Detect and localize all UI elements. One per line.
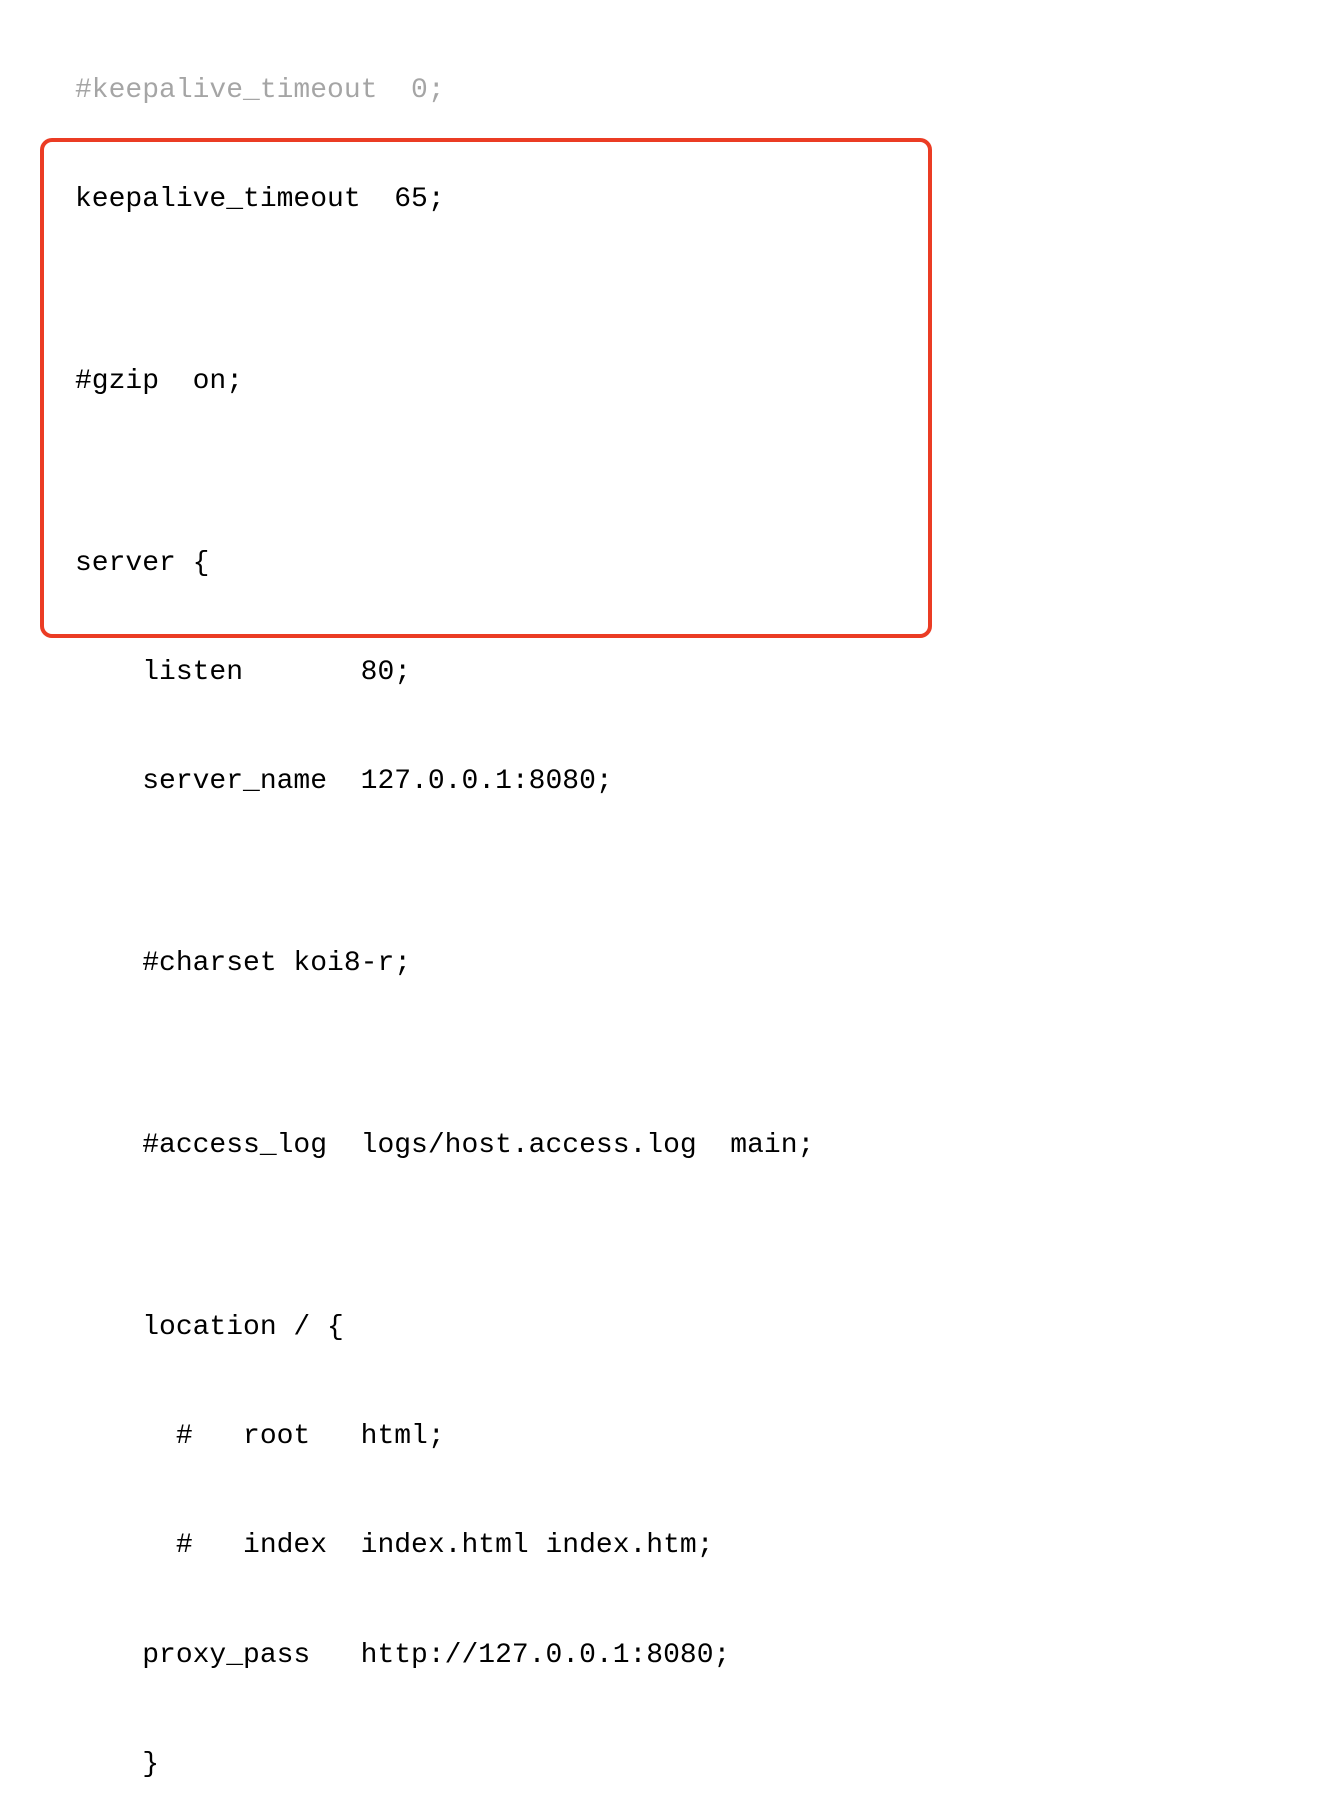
config-code-block: #keepalive_timeout 0; keepalive_timeout …: [0, 0, 1326, 1804]
code-line: #charset koi8-r;: [0, 946, 1326, 982]
code-line: }: [0, 1747, 1326, 1783]
code-line: # index index.html index.htm;: [0, 1528, 1326, 1564]
code-line: #gzip on;: [0, 364, 1326, 400]
code-line: server_name 127.0.0.1:8080;: [0, 764, 1326, 800]
code-line: listen 80;: [0, 655, 1326, 691]
code-line: #access_log logs/host.access.log main;: [0, 1128, 1326, 1164]
code-line: proxy_pass http://127.0.0.1:8080;: [0, 1638, 1326, 1674]
code-line: # root html;: [0, 1419, 1326, 1455]
code-line: server {: [0, 546, 1326, 582]
code-line: location / {: [0, 1310, 1326, 1346]
code-line: #keepalive_timeout 0;: [0, 73, 1326, 109]
code-line: keepalive_timeout 65;: [0, 182, 1326, 218]
